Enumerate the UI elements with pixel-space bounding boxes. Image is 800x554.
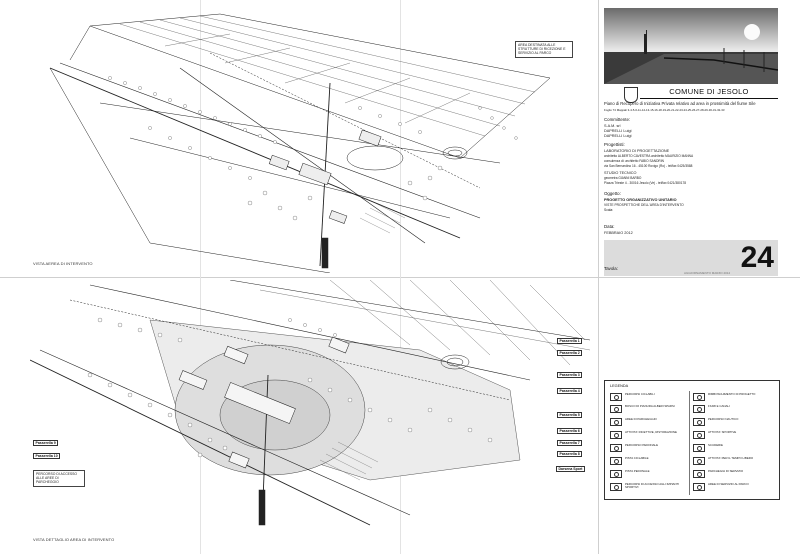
marker-passerella-7: Passerella 7 (557, 440, 583, 446)
legend-symbol (693, 405, 705, 413)
legend-item: PERCORSI CICLABILI (610, 392, 688, 401)
legend-item: PERCORSO PEDONALE (610, 443, 688, 452)
legend-item: PISTA PEDONALE (610, 469, 688, 478)
legend-symbol (693, 393, 705, 401)
legend-item: PERCORSO NAUTICO (693, 417, 777, 426)
marker-darsena-sport: Darsena Sport (556, 466, 585, 472)
client-line: S.A.M. srl (604, 124, 621, 128)
legend-symbol (610, 418, 622, 426)
client-heading: Committente: (604, 117, 631, 122)
legend-item: AREE DI PARCHEGGIO (610, 417, 688, 426)
marker-passerella-5: Passerella 5 (557, 412, 583, 418)
studio-line: Piazza Trieste 4 - 30016 Jesolo (Ve) - t… (604, 181, 687, 185)
top-aerial-drawing (49, 13, 551, 273)
legend-symbol (610, 470, 622, 478)
studio-line: geometra GIANNI BARBO (604, 176, 642, 180)
sheet-number: 24 (740, 241, 774, 274)
site-photo (604, 8, 778, 84)
title-rule (640, 98, 778, 99)
top-note: AREA DESTINATA ALLE STRUTTURE DI RICEZIO… (515, 41, 573, 58)
subject-heading: Oggetto: (604, 191, 621, 196)
legend-symbol (693, 483, 705, 491)
field-area (89, 13, 551, 159)
legend-item: AREE DI SERVIZIO AL PARCO (693, 482, 777, 491)
designer-line: via San Bernardino 16 - 45100 Rovigo (Ro… (604, 164, 693, 168)
bottom-view-caption: VISTA DETTAGLIO AREA DI INTERVENTO (33, 537, 115, 542)
subject-line: VISTE PROSPETTICHE DELL'AREA D'INTERVENT… (604, 203, 684, 207)
marker-passerella-6: Passerella 6 (557, 428, 583, 434)
legend-item: BOSCO DI PIANURA ALBERI SPARSI (610, 404, 688, 413)
bottom-detail-view (30, 280, 590, 535)
legend-item: ATTIVITA' RICETTIVE, RISTORAZIONE (610, 430, 688, 439)
scale-label: Scala: (604, 208, 614, 212)
legend-symbol (693, 418, 705, 426)
legend-item: FIUMI E CANALI (693, 404, 777, 413)
marker-passerella-9: Passerella 9 (33, 440, 59, 446)
legend-symbol (693, 444, 705, 452)
legend: LEGENDA PERCORSI CICLABILI BOSCO DI PIAN… (604, 380, 780, 500)
sheet-heading: Tavola: (604, 266, 618, 271)
designer-line: consulenza di: architetto FABIO SANDRIN (604, 159, 664, 163)
legend-divider (689, 391, 690, 495)
legend-symbol (610, 393, 622, 401)
top-view-caption: VISTA AEREA DI INTERVENTO (33, 261, 93, 266)
legend-symbol (610, 405, 622, 413)
legend-symbol (693, 470, 705, 478)
drawing-sheet: AREA DESTINATA ALLE STRUTTURE DI RICEZIO… (0, 0, 800, 554)
marker-passerella-2: Passerella 2 (557, 350, 583, 356)
marker-passerella-1: Passerella 1 (557, 338, 583, 344)
bottom-detail-drawing (30, 280, 590, 526)
studio-heading: STUDIO TECNICO (604, 171, 637, 175)
subject-title: PROGETTO ORGANIZZATIVO UNITARIO (604, 198, 677, 202)
fold-line-vertical (598, 0, 599, 554)
legend-title: LEGENDA (610, 384, 629, 388)
legend-item: ATTIVITA' SPORTIVE (693, 430, 777, 439)
legend-item: PERCORSI DI ACCESSO AGLI IMPIANTI SPORTI… (610, 482, 688, 491)
legend-item: RIMBOSCHIMENTO DI PROGETTO (693, 392, 777, 401)
legend-symbol (610, 431, 622, 439)
legend-item: SCUDERIE (693, 443, 777, 452)
designer-line: LABORATORIO DI PROGETTAZIONE (604, 149, 670, 153)
designer-heading: Progettisti: (604, 142, 625, 147)
legend-symbol (610, 444, 622, 452)
marker-passerella-4: Passerella 4 (557, 388, 583, 394)
marker-passerella-8: Passerella 8 (557, 451, 583, 457)
legend-item: ATTIVITA' PER IL TEMPO LIBERO (693, 456, 777, 465)
date-heading: Data: (604, 224, 615, 229)
legend-symbol (693, 431, 705, 439)
designer-line: architetto ALBERTO CAVESTRA architetto M… (604, 154, 694, 158)
municipality-title: COMUNE DI JESOLO (669, 87, 749, 96)
revision-note: AGGIORNAMENTO MARZO 2012 (684, 271, 731, 275)
top-aerial-view (30, 8, 595, 273)
legend-symbol (610, 483, 622, 491)
project-subtitle: Foglio 74 Mappali 3-4-5-6-11-12-13-15-16… (604, 108, 725, 112)
legend-item: PISTA CICLABILE (610, 456, 688, 465)
client-line: DAPRELLI Luigi (604, 134, 632, 138)
marker-passerella-3: Passerella 3 (557, 372, 583, 378)
legend-item: PARCHEGGI DI SERVIZIO (693, 469, 777, 478)
date-value: FEBBRAIO 2012 (604, 231, 633, 235)
legend-symbol (693, 457, 705, 465)
bottom-note: PERCORSO DI ACCESSO ALLE AREE DI PARCHEG… (33, 470, 85, 487)
title-block: COMUNE DI JESOLO Piano di Recupero di In… (604, 8, 778, 276)
project-title: Piano di Recupero di Iniziativa Privata … (604, 101, 756, 106)
marker-passerella-10: Passerella 10 (33, 453, 61, 459)
legend-symbol (610, 457, 622, 465)
client-line: DAPRELLI Luigi (604, 129, 632, 133)
